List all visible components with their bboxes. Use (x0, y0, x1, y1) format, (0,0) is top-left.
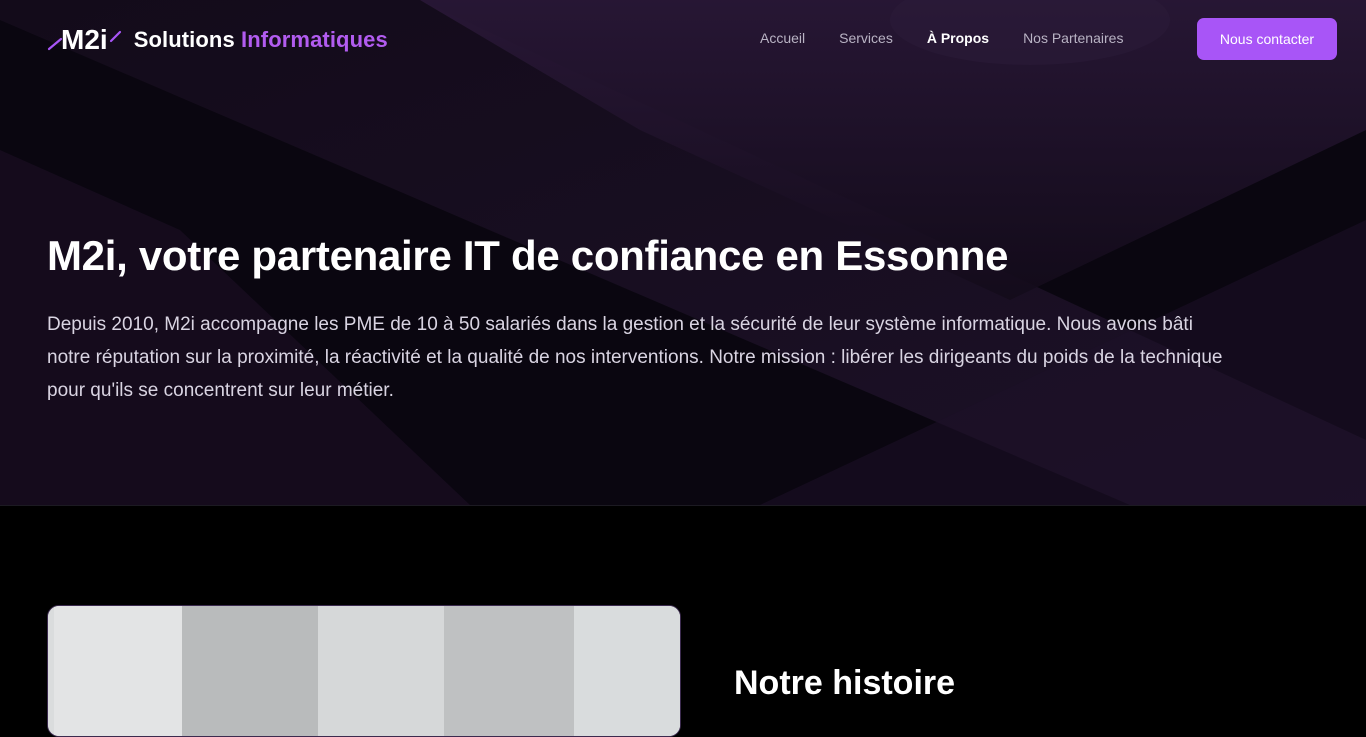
logo-mark-text: M2i (61, 24, 108, 55)
top-navigation: M2i Solutions Informatiques Accueil Serv… (0, 0, 1366, 80)
nav-item-accueil[interactable]: Accueil (760, 30, 805, 46)
logo-mark: M2i (47, 24, 122, 56)
slash-right-icon (109, 30, 121, 43)
hero-title: M2i, votre partenaire IT de confiance en… (47, 232, 1009, 279)
nav-item-services[interactable]: Services (839, 30, 893, 46)
history-title: Notre histoire (734, 664, 956, 702)
nav-item-nos-partenaires[interactable]: Nos Partenaires (1023, 30, 1123, 46)
site-logo[interactable]: M2i Solutions Informatiques (47, 22, 388, 58)
hero-description: Depuis 2010, M2i accompagne les PME de 1… (47, 314, 1223, 401)
main-menu: Accueil Services À Propos Nos Partenaire… (760, 30, 1157, 46)
logo-name-white: Solutions (133, 27, 235, 52)
history-image (47, 605, 681, 737)
hero-section: M2i Solutions Informatiques Accueil Serv… (0, 0, 1366, 506)
office-photo-placeholder (48, 606, 680, 736)
contact-button[interactable]: Nous contacter (1197, 18, 1337, 60)
logo-name-accent: Informatiques (241, 27, 388, 52)
nav-item-a-propos[interactable]: À Propos (927, 30, 989, 46)
logo-name: Solutions Informatiques (134, 27, 388, 53)
